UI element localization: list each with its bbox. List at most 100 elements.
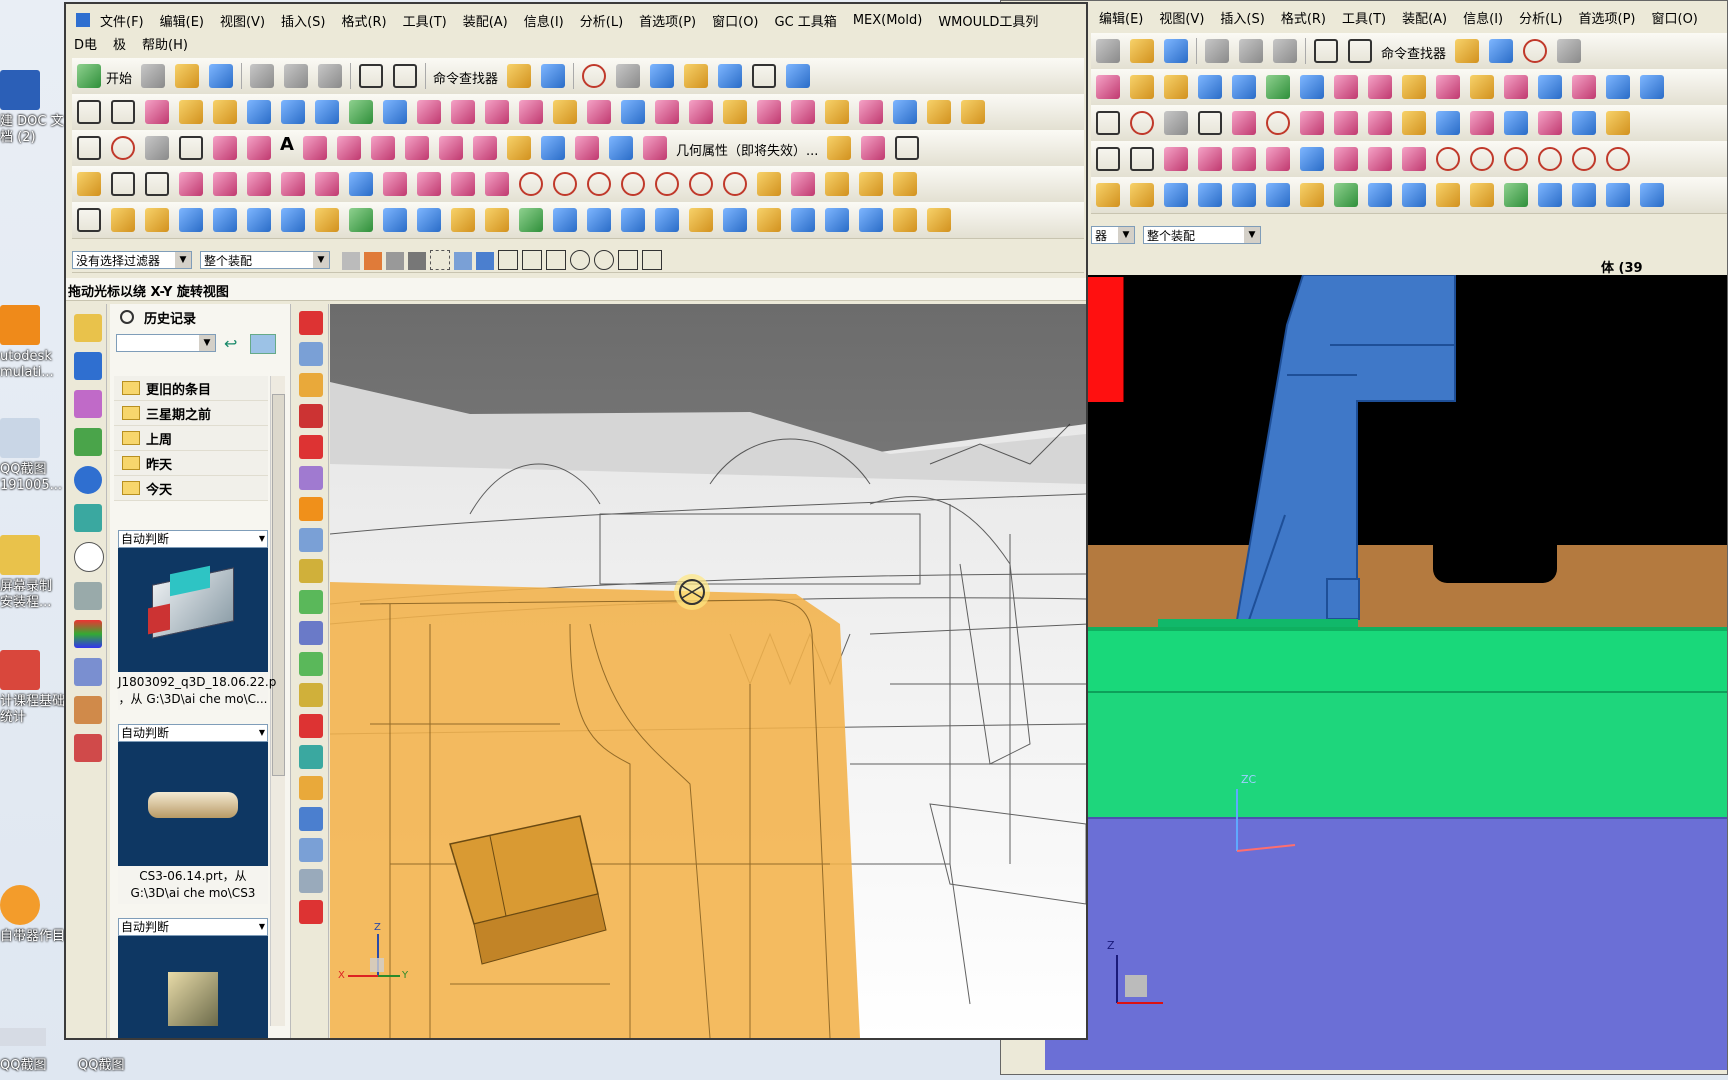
snap-icon[interactable]: [386, 252, 404, 270]
cmd-finder-button[interactable]: 命令查找器: [1377, 43, 1450, 62]
save-icon[interactable]: [1164, 39, 1188, 63]
desktop-icon-ppt[interactable]: 计课程基础 统计: [0, 650, 66, 726]
snap-endpoint-icon[interactable]: [498, 250, 518, 270]
snap-icon[interactable]: [364, 252, 382, 270]
snap-quadrant-icon[interactable]: [594, 250, 614, 270]
menu-file[interactable]: 文件(F): [92, 11, 152, 30]
system-materials-icon[interactable]: [74, 504, 102, 532]
desktop-bottom-label[interactable]: QQ截图: [0, 1058, 66, 1074]
load-option-select[interactable]: 自动判断: [118, 918, 268, 936]
assembly-nav-icon[interactable]: [786, 64, 811, 88]
menu-item[interactable]: 分析(L): [1511, 8, 1570, 27]
start-button[interactable]: 开始: [102, 68, 136, 87]
history-group[interactable]: 昨天: [114, 451, 268, 476]
load-option-select[interactable]: 自动判断: [118, 724, 268, 742]
qq-screenshot-thumb[interactable]: [0, 1028, 46, 1046]
desktop-icon-tool[interactable]: 自带器作目: [0, 885, 66, 945]
manufacturing-wizard-icon[interactable]: [74, 658, 102, 686]
snap-intersection-icon[interactable]: [618, 250, 638, 270]
history-group[interactable]: 上周: [114, 426, 268, 451]
menu-window[interactable]: 窗口(O): [704, 11, 766, 30]
menu-electrode[interactable]: D电: [66, 34, 105, 53]
redo-icon[interactable]: [393, 64, 418, 88]
part-navigator-icon[interactable]: [74, 390, 102, 418]
menu-format[interactable]: 格式(R): [333, 11, 394, 30]
snap-icon[interactable]: [408, 252, 426, 270]
desktop-icon-qq-screenshot[interactable]: QQ截图 191005...: [0, 418, 66, 494]
scroll-thumb[interactable]: [272, 394, 285, 776]
history-clock-icon[interactable]: [74, 542, 104, 572]
view-orient-icon[interactable]: [650, 64, 675, 88]
roles-icon[interactable]: [74, 696, 102, 724]
menu-info[interactable]: 信息(I): [516, 11, 572, 30]
snap-icon[interactable]: [454, 252, 472, 270]
system-scene-icon[interactable]: [74, 734, 102, 762]
menu-item[interactable]: 装配(A): [1394, 8, 1455, 27]
paste-icon[interactable]: [318, 64, 343, 88]
view-icon[interactable]: [299, 528, 323, 552]
view-icon[interactable]: [299, 466, 323, 490]
web-browser-icon[interactable]: [74, 466, 102, 494]
cut-icon[interactable]: [250, 64, 275, 88]
text-tool-icon[interactable]: A: [276, 134, 298, 155]
palette-icon[interactable]: [74, 620, 102, 648]
history-group[interactable]: 三星期之前: [114, 401, 268, 426]
menu-mex[interactable]: MEX(Mold): [845, 13, 931, 28]
menu-pole[interactable]: 极: [105, 34, 134, 53]
background-icon[interactable]: [752, 64, 777, 88]
snap-midpoint-icon[interactable]: [522, 250, 542, 270]
process-studio-icon[interactable]: [74, 582, 102, 610]
fit-icon[interactable]: [1523, 39, 1548, 63]
snap-control-icon[interactable]: [546, 250, 566, 270]
main-viewport[interactable]: Z X Y: [330, 304, 1086, 1038]
menu-item[interactable]: 信息(I): [1455, 8, 1511, 27]
view-icon[interactable]: [299, 559, 323, 583]
history-item[interactable]: 自动判断 CS3-06.14.prt，从 G:\3D\ai che mo\CS3: [118, 724, 268, 904]
desktop-icon-doc[interactable]: 建 DOC 文 档 (2): [0, 70, 66, 146]
view-icon[interactable]: [299, 900, 323, 924]
rect-select-icon[interactable]: [430, 250, 450, 270]
menu-item[interactable]: 插入(S): [1212, 8, 1272, 27]
cut-icon[interactable]: [1205, 39, 1229, 63]
view-icon[interactable]: [299, 590, 323, 614]
wizard-icon[interactable]: [1455, 39, 1480, 63]
view-icon[interactable]: [299, 311, 323, 335]
history-group[interactable]: 今天: [114, 476, 268, 501]
undo-icon[interactable]: [359, 64, 384, 88]
menu-help[interactable]: 帮助(H): [134, 34, 196, 53]
pin-icon[interactable]: [120, 310, 134, 324]
desktop-bottom-label[interactable]: QQ截图: [78, 1058, 144, 1074]
second-viewport[interactable]: ZC Z: [1045, 275, 1727, 1070]
start-icon[interactable]: [77, 64, 101, 88]
layer-icon[interactable]: [684, 64, 709, 88]
menu-view[interactable]: 视图(V): [212, 11, 273, 30]
view-icon[interactable]: [299, 683, 323, 707]
view-icon[interactable]: [299, 838, 323, 862]
menu-wmould[interactable]: WMOULD工具列: [930, 11, 1046, 30]
view-icon[interactable]: [299, 342, 323, 366]
geometry-property-button[interactable]: 几何属性（即将失效）...: [672, 140, 822, 159]
desktop-icon-autodesk[interactable]: utodesk mulati...: [0, 305, 66, 381]
snap-icon[interactable]: [476, 252, 494, 270]
second-assembly-combo[interactable]: 整个装配: [1143, 226, 1261, 244]
menu-assembly[interactable]: 装配(A): [455, 11, 516, 30]
part-thumbnail[interactable]: [118, 936, 268, 1038]
history-group[interactable]: 更旧的条目: [114, 376, 268, 401]
view-icon[interactable]: [299, 745, 323, 769]
cmd-finder-button[interactable]: 命令查找器: [429, 68, 502, 87]
desktop-icon-recorder[interactable]: 屏幕录制 安装程...: [0, 535, 66, 611]
view-icon[interactable]: [299, 497, 323, 521]
history-item[interactable]: 自动判断: [118, 918, 268, 1038]
menu-item[interactable]: 格式(R): [1273, 8, 1334, 27]
menu-item[interactable]: 编辑(E): [1091, 8, 1151, 27]
open-folder-icon[interactable]: [175, 64, 200, 88]
selection-filter-combo[interactable]: 没有选择过滤器: [72, 251, 192, 269]
copy-icon[interactable]: [1239, 39, 1263, 63]
thumbnail-view-icon[interactable]: [250, 334, 276, 354]
reuse-library-icon[interactable]: [74, 428, 102, 456]
redo-icon[interactable]: [1348, 39, 1372, 63]
menu-edit[interactable]: 编辑(E): [152, 11, 212, 30]
wcs-icon[interactable]: [718, 64, 743, 88]
menu-item[interactable]: 工具(T): [1334, 8, 1394, 27]
menu-insert[interactable]: 插入(S): [273, 11, 333, 30]
